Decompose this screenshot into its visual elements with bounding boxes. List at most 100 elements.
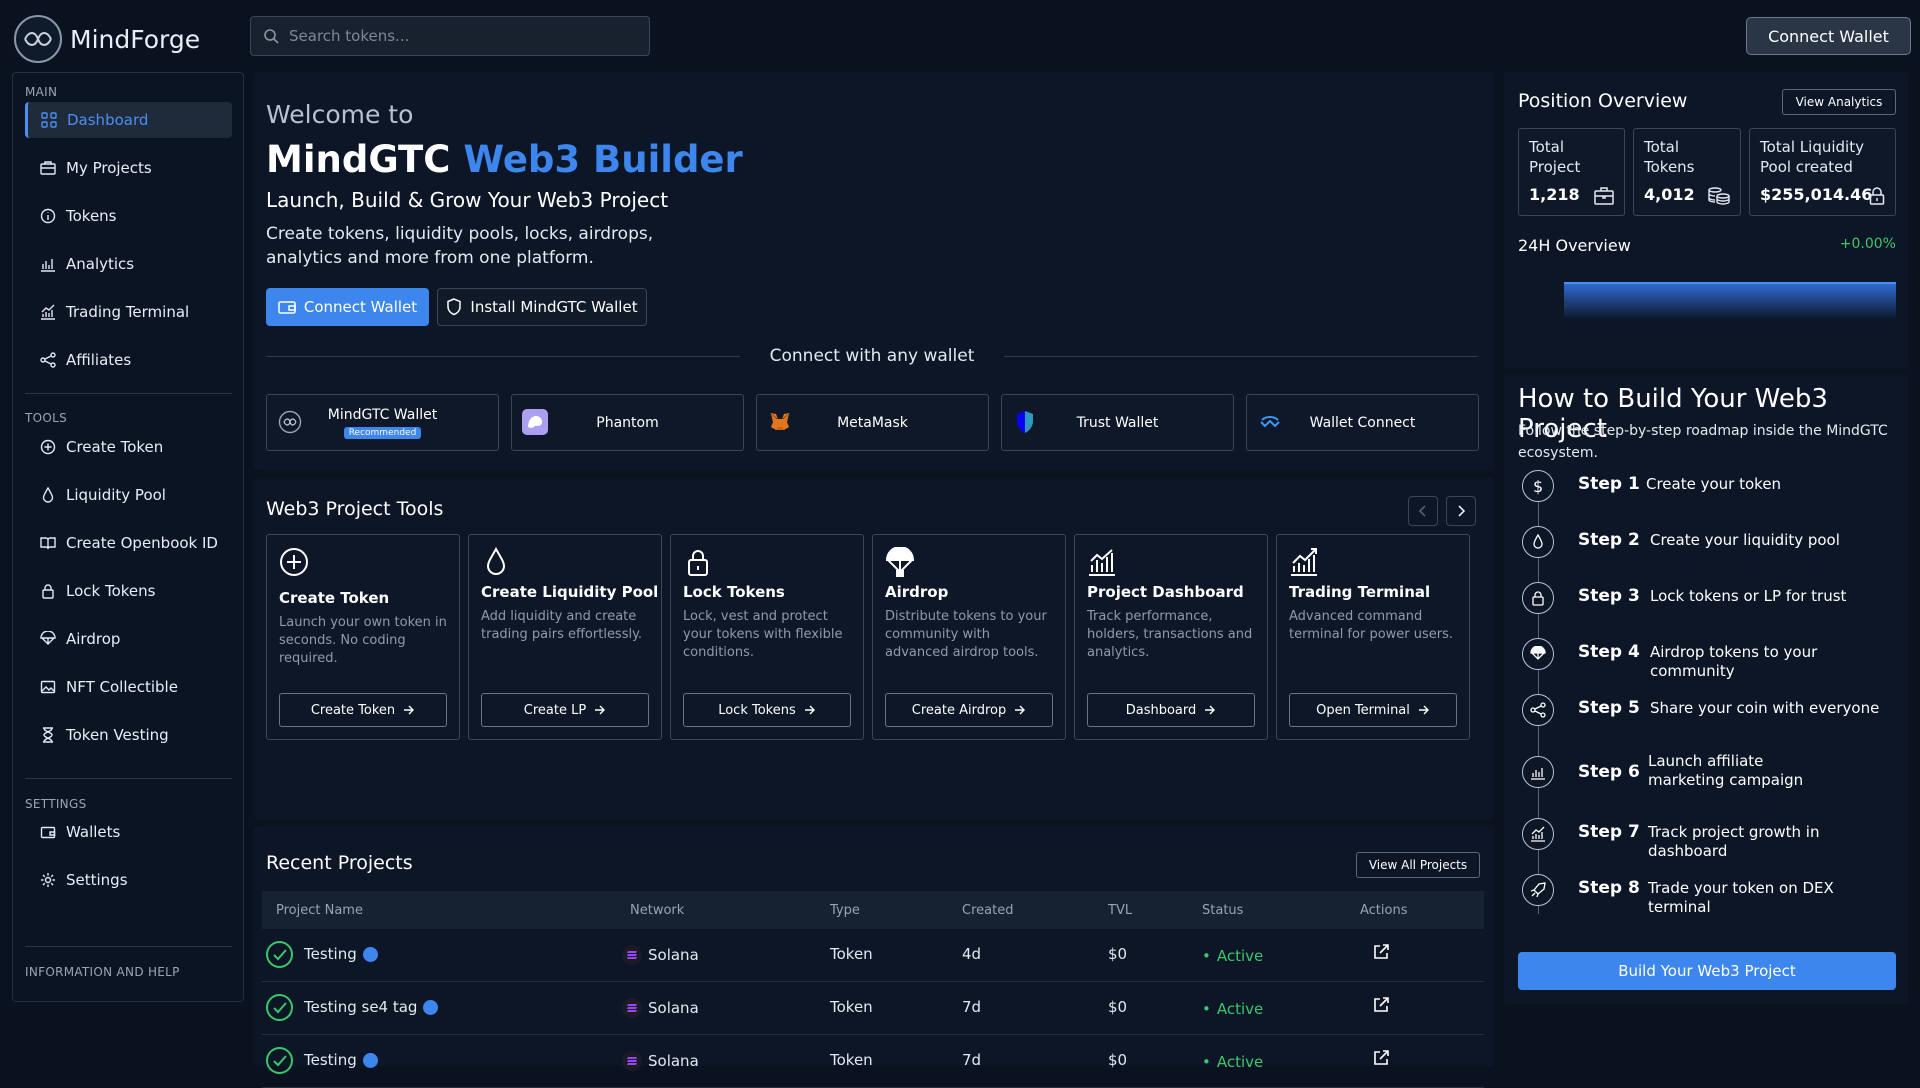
sidebar-item-label: Analytics <box>66 255 135 273</box>
tool-name: Trading Terminal <box>1289 583 1431 601</box>
step-text: Lock tokens or LP for trust <box>1650 587 1847 605</box>
sidebar-item-token-vesting[interactable]: Token Vesting <box>25 717 232 753</box>
external-link-icon[interactable] <box>1372 1049 1390 1067</box>
tool-name: Create Token <box>279 589 390 607</box>
24h-overview-title: 24H Overview <box>1518 236 1631 255</box>
coins-icon <box>1708 187 1730 205</box>
sidebar-item-create-openbook-id[interactable]: Create Openbook ID <box>25 525 232 561</box>
sidebar-item-dashboard[interactable]: Dashboard <box>25 102 232 138</box>
rocket-icon <box>1522 874 1554 906</box>
dollar-icon: $ <box>1522 470 1554 502</box>
button-label: Dashboard <box>1125 702 1197 718</box>
svg-text:$: $ <box>1533 477 1543 495</box>
check-circle-icon <box>266 1047 293 1074</box>
shield-icon <box>446 298 462 316</box>
lock-icon <box>683 547 713 577</box>
status-badge: Active <box>1216 1000 1264 1018</box>
dashboard-button[interactable]: Dashboard <box>1087 693 1255 727</box>
hero-welcome: Welcome to <box>266 100 414 129</box>
sidebar-item-lock-tokens[interactable]: Lock Tokens <box>25 573 232 609</box>
stat-total-tokens: Total Tokens 4,012 <box>1633 128 1741 216</box>
sidebar-item-settings[interactable]: Settings <box>25 862 232 898</box>
search-input[interactable]: Search tokens... <box>250 16 650 56</box>
button-label: Create LP <box>523 702 587 718</box>
step-text: Airdrop tokens to your community <box>1650 643 1818 680</box>
step-number: Step 5 <box>1578 698 1640 718</box>
main-content: Welcome to MindGTC Web3 Builder Launch, … <box>254 72 1494 1088</box>
divider-line <box>266 355 740 357</box>
wallet-option-metamask[interactable]: MetaMask <box>756 394 989 451</box>
step-1: $ Step 1 Create your token <box>1504 464 1908 508</box>
view-all-projects-button[interactable]: View All Projects <box>1356 852 1480 878</box>
arrow-right-icon <box>1418 705 1430 715</box>
create-lp-button[interactable]: Create LP <box>481 693 649 727</box>
step-2: Step 2 Create your liquidity pool <box>1504 520 1908 564</box>
sidebar-item-tokens[interactable]: Tokens <box>25 198 232 234</box>
lock-tokens-button[interactable]: Lock Tokens <box>683 693 851 727</box>
solana-icon <box>622 998 642 1018</box>
tool-description: Track performance, holders, transactions… <box>1087 609 1253 660</box>
sidebar-section-main: MAIN <box>25 85 58 99</box>
step-text: Create your liquidity pool <box>1650 531 1840 549</box>
trust-shield-icon <box>1012 409 1038 435</box>
trend-chart-icon <box>1522 818 1554 850</box>
sidebar-item-affiliates[interactable]: Affiliates <box>25 342 232 378</box>
tool-name: Create Liquidity Pool <box>481 583 659 601</box>
stat-value: $255,014.46 <box>1760 185 1873 204</box>
search-icon <box>263 28 279 44</box>
connect-any-wallet: Connect with any wallet <box>266 346 1478 366</box>
sidebar-item-wallets[interactable]: Wallets <box>25 814 232 850</box>
app-name: MindForge <box>70 24 201 54</box>
trend-chart-icon <box>39 303 57 321</box>
header-connect-wallet-button[interactable]: Connect Wallet <box>1746 17 1911 55</box>
sidebar-item-label: Liquidity Pool <box>66 486 166 504</box>
arrow-right-icon <box>804 705 816 715</box>
verified-badge-icon <box>423 999 439 1015</box>
sidebar-item-nft-collectible[interactable]: NFT Collectible <box>25 669 232 705</box>
table-row[interactable]: Testing Solana Token 7d $0 • Active <box>262 1035 1484 1088</box>
external-link-icon[interactable] <box>1372 943 1390 961</box>
install-wallet-button[interactable]: Install MindGTC Wallet <box>437 288 647 326</box>
sidebar-section-settings: SETTINGS <box>25 797 87 811</box>
chevron-left-icon <box>1418 505 1428 517</box>
sidebar-item-trading-terminal[interactable]: Trading Terminal <box>25 294 232 330</box>
wallet-option-trust-wallet[interactable]: Trust Wallet <box>1001 394 1234 451</box>
sidebar-item-analytics[interactable]: Analytics <box>25 246 232 282</box>
table-row[interactable]: Testing se4 tag Solana Token 7d $0 • Acti… <box>262 982 1484 1035</box>
external-link-icon[interactable] <box>1372 996 1390 1014</box>
open-terminal-button[interactable]: Open Terminal <box>1289 693 1457 727</box>
sidebar-section-tools: TOOLS <box>25 411 68 425</box>
view-analytics-button[interactable]: View Analytics <box>1782 89 1896 115</box>
24h-overview-change: +0.00% <box>1839 236 1896 252</box>
sidebar-item-create-token[interactable]: Create Token <box>25 429 232 465</box>
briefcase-icon <box>39 159 57 177</box>
stat-label: Total Tokens <box>1644 138 1695 176</box>
step-5: Step 5 Share your coin with everyone <box>1504 688 1908 732</box>
tools-next-button[interactable] <box>1446 496 1476 526</box>
step-text: Trade your token on DEX terminal <box>1648 879 1834 916</box>
stat-value: 1,218 <box>1529 185 1580 204</box>
sidebar-item-airdrop[interactable]: Airdrop <box>25 621 232 657</box>
mindforge-logo-icon <box>14 15 62 63</box>
hero-connect-wallet-button[interactable]: Connect Wallet <box>266 288 429 326</box>
build-web3-project-button[interactable]: Build Your Web3 Project <box>1518 952 1896 990</box>
droplet-icon <box>481 547 511 577</box>
sidebar-item-my-projects[interactable]: My Projects <box>25 150 232 186</box>
wallet-icon <box>39 823 57 841</box>
solana-icon <box>622 1051 642 1071</box>
step-text: Create your token <box>1646 475 1782 493</box>
project-network: Solana <box>648 946 699 964</box>
wallet-option-mindgtc[interactable]: MindGTC Wallet Recommended <box>266 394 499 451</box>
create-airdrop-button[interactable]: Create Airdrop <box>885 693 1053 727</box>
wallet-option-walletconnect[interactable]: Wallet Connect <box>1246 394 1479 451</box>
app-logo[interactable]: MindForge <box>14 15 200 63</box>
tools-section: Web3 Project Tools Create Token Launch y… <box>254 478 1494 820</box>
tools-prev-button[interactable] <box>1408 496 1438 526</box>
sidebar-item-liquidity-pool[interactable]: Liquidity Pool <box>25 477 232 513</box>
hero-description: Create tokens, liquidity pools, locks, a… <box>266 224 654 268</box>
create-token-button[interactable]: Create Token <box>279 693 447 727</box>
divider-line <box>1004 355 1478 357</box>
recommended-badge: Recommended <box>343 426 422 439</box>
wallet-option-phantom[interactable]: Phantom <box>511 394 744 451</box>
table-row[interactable]: Testing Solana Token 4d $0 • Active <box>262 929 1484 982</box>
